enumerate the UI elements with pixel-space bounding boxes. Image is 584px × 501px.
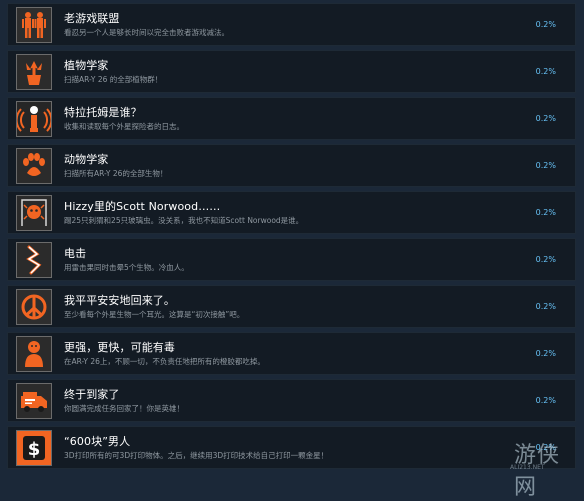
achievement-title: 特拉托姆是谁？ (64, 104, 142, 120)
achievement-row[interactable]: 电击 用雷击果同时击晕5个生物。冷血人。 0.2% (7, 238, 576, 281)
truck-icon (16, 383, 52, 419)
achievement-row[interactable]: $ “600块”男人 3D打印所有的可3D打印物体。之后，继续用3D打印技术给自… (7, 426, 576, 469)
achievement-row[interactable]: 更强，更快，可能有毒 在AR-Y 26上，不顾一切，不负责任地把所有的橙胶都吃掉… (7, 332, 576, 375)
achievement-list: 老游戏联盟 看忍另一个人是够长时间以完全击败者游戏减法。 0.2% 植物学家 扫… (0, 0, 584, 475)
achievement-title: 植物学家 (64, 57, 108, 73)
achievement-title: 更强，更快，可能有毒 (64, 339, 175, 355)
achievement-percent: 0.2% (536, 161, 556, 170)
achievement-row[interactable]: 植物学家 扫描AR-Y 26 的全部植物群！ 0.2% (7, 50, 576, 93)
plant-icon (16, 54, 52, 90)
achievement-percent: 0.2% (536, 302, 556, 311)
signal-figure-icon (16, 101, 52, 137)
dollar-icon: $ (16, 430, 52, 466)
achievement-title: 动物学家 (64, 151, 108, 167)
achievement-percent: 0.2% (536, 255, 556, 264)
achievement-percent: 0.2% (536, 208, 556, 217)
achievement-description: 收集和读取每个外星探险者的日志。 (64, 121, 184, 132)
achievement-row[interactable]: Hizzy里的Scott Norwood…… 踢25只刺猬和25只玻璃虫。没关系… (7, 191, 576, 234)
achievement-percent: 0.2% (536, 20, 556, 29)
achievement-percent: 0.2% (536, 114, 556, 123)
twin-figures-icon (16, 7, 52, 43)
peace-icon (16, 289, 52, 325)
achievement-description: 用雷击果同时击晕5个生物。冷血人。 (64, 262, 189, 273)
achievement-description: 3D打印所有的可3D打印物体。之后，继续用3D打印技术给自己打印一颗金星！ (64, 450, 328, 461)
achievement-row[interactable]: 动物学家 扫描所有AR-Y 26的全部生物！ 0.2% (7, 144, 576, 187)
achievement-row[interactable]: 老游戏联盟 看忍另一个人是够长时间以完全击败者游戏减法。 0.2% (7, 3, 576, 46)
achievement-title: “600块”男人 (64, 433, 130, 449)
achievement-row[interactable]: 特拉托姆是谁？ 收集和读取每个外星探险者的日志。 0.2% (7, 97, 576, 140)
orange-man-icon (16, 336, 52, 372)
achievement-percent: 0.2% (536, 349, 556, 358)
achievement-description: 踢25只刺猬和25只玻璃虫。没关系，我也不知道Scott Norwood是谁。 (64, 215, 303, 226)
achievement-row[interactable]: 我平平安安地回来了。 至少看每个外星生物一个耳光。这算是“初次接触”吧。 0.2… (7, 285, 576, 328)
achievement-title: 终于到家了 (64, 386, 120, 402)
achievement-description: 扫描AR-Y 26 的全部植物群！ (64, 74, 162, 85)
achievement-description: 在AR-Y 26上，不顾一切，不负责任地把所有的橙胶都吃掉。 (64, 356, 265, 367)
achievement-percent: 0.2% (536, 396, 556, 405)
achievement-percent: 0.2% (536, 67, 556, 76)
creature-goal-icon (16, 195, 52, 231)
achievement-title: 我平平安安地回来了。 (64, 292, 175, 308)
achievement-row[interactable]: 终于到家了 你圆满完成任务回家了！你是英雄！ 0.2% (7, 379, 576, 422)
achievement-description: 你圆满完成任务回家了！你是英雄！ (64, 403, 184, 414)
achievement-title: Hizzy里的Scott Norwood…… (64, 198, 220, 214)
achievement-description: 看忍另一个人是够长时间以完全击败者游戏减法。 (64, 27, 229, 38)
achievement-description: 扫描所有AR-Y 26的全部生物！ (64, 168, 167, 179)
achievement-title: 电击 (64, 245, 86, 261)
achievement-title: 老游戏联盟 (64, 10, 120, 26)
svg-text:$: $ (28, 439, 41, 460)
paw-icon (16, 148, 52, 184)
lightning-icon (16, 242, 52, 278)
achievement-percent: 0.2% (536, 443, 556, 452)
achievement-description: 至少看每个外星生物一个耳光。这算是“初次接触”吧。 (64, 309, 244, 320)
